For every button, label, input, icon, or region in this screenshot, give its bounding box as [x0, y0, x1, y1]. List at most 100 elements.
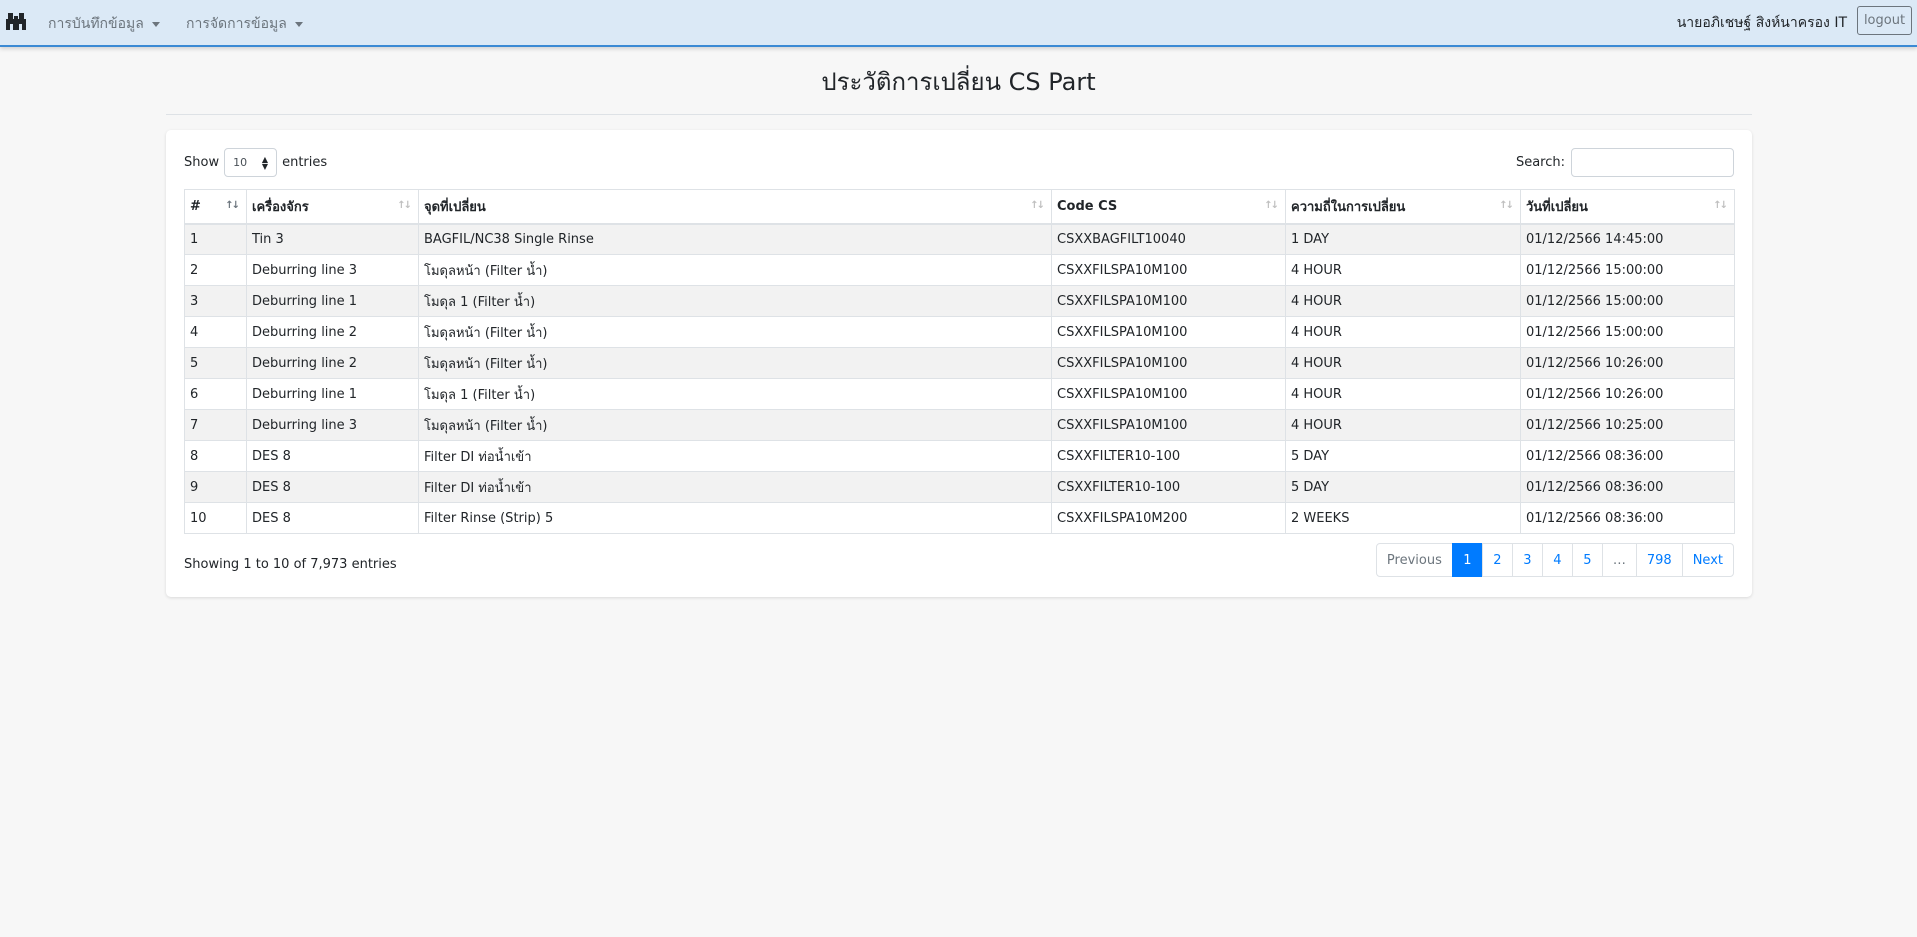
cell-change-point: BAGFIL/NC38 Single Rinse — [418, 223, 1052, 255]
history-card: Show 10 ▲ ▼ entries Search: # ↑↓ เครื่องจั… — [166, 130, 1752, 597]
column-header-change-point[interactable]: จุดที่เปลี่ยน ↑↓ — [418, 189, 1052, 225]
title-divider — [166, 114, 1752, 115]
nav-menu-manage-label: การจัดการข้อมูล — [186, 16, 287, 32]
cell-code-cs: CSXXFILSPA10M100 — [1051, 378, 1286, 410]
pagination-page-5[interactable]: 5 — [1571, 543, 1603, 577]
nav-menu-record-label: การบันทึกข้อมูล — [48, 16, 144, 32]
cell-index: 5 — [184, 347, 247, 379]
pagination-page-1[interactable]: 1 — [1451, 543, 1483, 577]
pagination-page-3[interactable]: 3 — [1511, 543, 1543, 577]
top-navbar: การบันทึกข้อมูล การจัดการข้อมูล นายอภิเช… — [0, 0, 1917, 47]
cell-code-cs: CSXXFILSPA10M100 — [1051, 254, 1286, 286]
cell-frequency: 4 HOUR — [1285, 347, 1521, 379]
cell-index: 3 — [184, 285, 247, 317]
cell-frequency: 4 HOUR — [1285, 254, 1521, 286]
cell-index: 4 — [184, 316, 247, 348]
cell-frequency: 1 DAY — [1285, 223, 1521, 255]
cell-code-cs: CSXXFILSPA10M100 — [1051, 409, 1286, 441]
table-info: Showing 1 to 10 of 7,973 entries — [184, 557, 397, 572]
column-header-machine[interactable]: เครื่องจักร ↑↓ — [246, 189, 419, 225]
cell-frequency: 4 HOUR — [1285, 316, 1521, 348]
entries-label: entries — [282, 155, 328, 170]
cell-code-cs: CSXXFILSPA10M100 — [1051, 285, 1286, 317]
pagination: Previous 1 2 3 4 5 … 798 Next — [1375, 543, 1734, 577]
search-input[interactable] — [1571, 148, 1734, 177]
table-header-row: # ↑↓ เครื่องจักร ↑↓ จุดที่เปลี่ยน ↑↓ Code C… — [184, 189, 1735, 225]
cell-machine: Deburring line 1 — [246, 378, 419, 410]
cell-machine: Tin 3 — [246, 223, 419, 255]
cell-machine: Deburring line 3 — [246, 409, 419, 441]
sort-icon: ↑↓ — [397, 200, 412, 211]
cell-change-point: โมดุลหน้า (Filter น้ำ) — [418, 254, 1052, 286]
cell-machine: DES 8 — [246, 440, 419, 472]
cell-code-cs: CSXXBAGFILT10040 — [1051, 223, 1286, 255]
cell-change-point: Filter DI ท่อน้ำเข้า — [418, 471, 1052, 503]
cell-machine: Deburring line 3 — [246, 254, 419, 286]
chevron-down-icon — [151, 21, 160, 27]
cell-change-date: 01/12/2566 10:26:00 — [1520, 347, 1735, 379]
cell-change-date: 01/12/2566 10:25:00 — [1520, 409, 1735, 441]
cell-change-point: Filter Rinse (Strip) 5 — [418, 502, 1052, 534]
pagination-next[interactable]: Next — [1681, 543, 1734, 577]
cell-code-cs: CSXXFILSPA10M200 — [1051, 502, 1286, 534]
column-header-label: วันที่เปลี่ยน — [1526, 199, 1588, 215]
sort-icon: ↑↓ — [1264, 200, 1279, 211]
column-header-frequency[interactable]: ความถี่ในการเปลี่ยน ↑↓ — [1285, 189, 1521, 225]
pagination-page-4[interactable]: 4 — [1541, 543, 1573, 577]
cell-index: 7 — [184, 409, 247, 441]
table-row: 9 DES 8 Filter DI ท่อน้ำเข้า CSXXFILTER10-1… — [184, 471, 1735, 503]
page-length-control: Show 10 ▲ ▼ entries — [184, 148, 327, 177]
cell-change-point: โมดุล 1 (Filter น้ำ) — [418, 378, 1052, 410]
table-row: 7 Deburring line 3 โมดุลหน้า (Filter น้ำ) C… — [184, 409, 1735, 441]
cell-frequency: 5 DAY — [1285, 471, 1521, 503]
table-row: 4 Deburring line 2 โมดุลหน้า (Filter น้ำ) C… — [184, 316, 1735, 348]
page-length-select[interactable]: 10 ▲ ▼ — [224, 148, 278, 177]
sort-icon: ↑↓ — [1499, 200, 1514, 211]
sort-asc-icon: ↑↓ — [225, 200, 240, 211]
cell-change-point: โมดุลหน้า (Filter น้ำ) — [418, 316, 1052, 348]
sort-icon: ↑↓ — [1713, 200, 1728, 211]
logout-button[interactable]: logout — [1857, 6, 1912, 35]
cell-code-cs: CSXXFILTER10-100 — [1051, 440, 1286, 472]
search-control: Search: — [1516, 148, 1734, 177]
cell-change-date: 01/12/2566 15:00:00 — [1520, 254, 1735, 286]
cell-index: 9 — [184, 471, 247, 503]
user-name: นายอภิเชษฐ์ สิงห์นาครอง IT — [1676, 15, 1847, 31]
pagination-page-last[interactable]: 798 — [1635, 543, 1683, 577]
cell-index: 1 — [184, 223, 247, 255]
cell-machine: Deburring line 1 — [246, 285, 419, 317]
table-row: 5 Deburring line 2 โมดุลหน้า (Filter น้ำ) C… — [184, 347, 1735, 379]
cell-index: 10 — [184, 502, 247, 534]
search-label: Search: — [1515, 155, 1565, 170]
column-header-label: จุดที่เปลี่ยน — [424, 199, 486, 215]
table-row: 6 Deburring line 1 โมดุล 1 (Filter น้ำ) CSX… — [184, 378, 1735, 410]
factory-icon[interactable] — [5, 10, 27, 32]
table-row: 8 DES 8 Filter DI ท่อน้ำเข้า CSXXFILTER10-1… — [184, 440, 1735, 472]
cell-change-date: 01/12/2566 10:26:00 — [1520, 378, 1735, 410]
table-row: 2 Deburring line 3 โมดุลหน้า (Filter น้ำ) C… — [184, 254, 1735, 286]
column-header-label: เครื่องจักร — [252, 199, 309, 215]
cell-change-point: โมดุลหน้า (Filter น้ำ) — [418, 409, 1052, 441]
cell-index: 2 — [184, 254, 247, 286]
cell-code-cs: CSXXFILSPA10M100 — [1051, 316, 1286, 348]
table-row: 3 Deburring line 1 โมดุล 1 (Filter น้ำ) CSX… — [184, 285, 1735, 317]
sort-icon: ↑↓ — [1030, 200, 1045, 211]
nav-menu-manage[interactable]: การจัดการข้อมูล — [186, 13, 303, 35]
nav-menu-record[interactable]: การบันทึกข้อมูล — [48, 13, 160, 35]
pagination-previous[interactable]: Previous — [1375, 543, 1453, 577]
select-arrows-icon: ▲ ▼ — [261, 154, 269, 171]
column-header-index[interactable]: # ↑↓ — [184, 189, 247, 225]
cell-frequency: 4 HOUR — [1285, 409, 1521, 441]
cell-index: 8 — [184, 440, 247, 472]
column-header-code-cs[interactable]: Code CS ↑↓ — [1051, 189, 1286, 225]
cell-change-point: โมดุลหน้า (Filter น้ำ) — [418, 347, 1052, 379]
column-header-change-date[interactable]: วันที่เปลี่ยน ↑↓ — [1520, 189, 1735, 225]
cell-change-date: 01/12/2566 08:36:00 — [1520, 502, 1735, 534]
cell-change-date: 01/12/2566 08:36:00 — [1520, 471, 1735, 503]
cell-machine: Deburring line 2 — [246, 347, 419, 379]
cell-change-point: Filter DI ท่อน้ำเข้า — [418, 440, 1052, 472]
cell-index: 6 — [184, 378, 247, 410]
page-length-value: 10 — [233, 156, 248, 169]
pagination-page-2[interactable]: 2 — [1481, 543, 1513, 577]
show-label: Show — [184, 155, 220, 170]
